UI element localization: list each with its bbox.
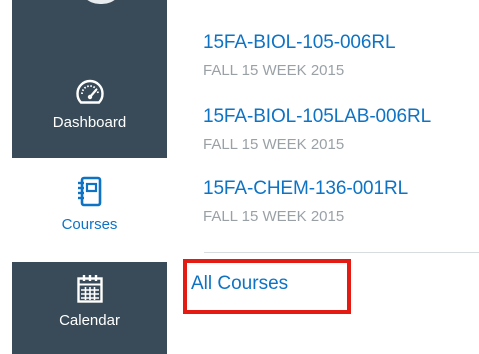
course-term: FALL 15 WEEK 2015: [203, 208, 345, 225]
course-link[interactable]: 15FA-BIOL-105LAB-006RL: [203, 106, 431, 128]
course-term: FALL 15 WEEK 2015: [203, 62, 345, 79]
list-item: 15FA-CHEM-136-001RL FALL 15 WEEK 2015: [203, 178, 408, 225]
divider: [204, 252, 479, 253]
nav-item-calendar[interactable]: Calendar: [12, 262, 167, 354]
nav-calendar-label: Calendar: [59, 312, 120, 329]
avatar[interactable]: [78, 0, 124, 4]
list-item: 15FA-BIOL-105LAB-006RL FALL 15 WEEK 2015: [203, 106, 431, 153]
nav-item-courses[interactable]: Courses: [12, 158, 167, 262]
list-item: 15FA-BIOL-105-006RL FALL 15 WEEK 2015: [203, 32, 396, 79]
course-term: FALL 15 WEEK 2015: [203, 136, 345, 153]
left-gap: [0, 0, 12, 354]
nav-item-dashboard[interactable]: Dashboard: [12, 78, 167, 158]
all-courses-link[interactable]: All Courses: [191, 273, 288, 295]
global-navigation: Dashboard Courses Calendar: [12, 0, 167, 354]
course-link[interactable]: 15FA-CHEM-136-001RL: [203, 178, 408, 200]
notebook-icon: [77, 176, 101, 207]
courses-tray: 15FA-BIOL-105-006RL FALL 15 WEEK 2015 15…: [167, 0, 479, 354]
speedometer-icon: [75, 79, 104, 104]
course-link[interactable]: 15FA-BIOL-105-006RL: [203, 32, 396, 54]
nav-courses-label: Courses: [61, 216, 118, 233]
calendar-icon: [76, 275, 103, 303]
nav-dashboard-label: Dashboard: [52, 114, 127, 131]
